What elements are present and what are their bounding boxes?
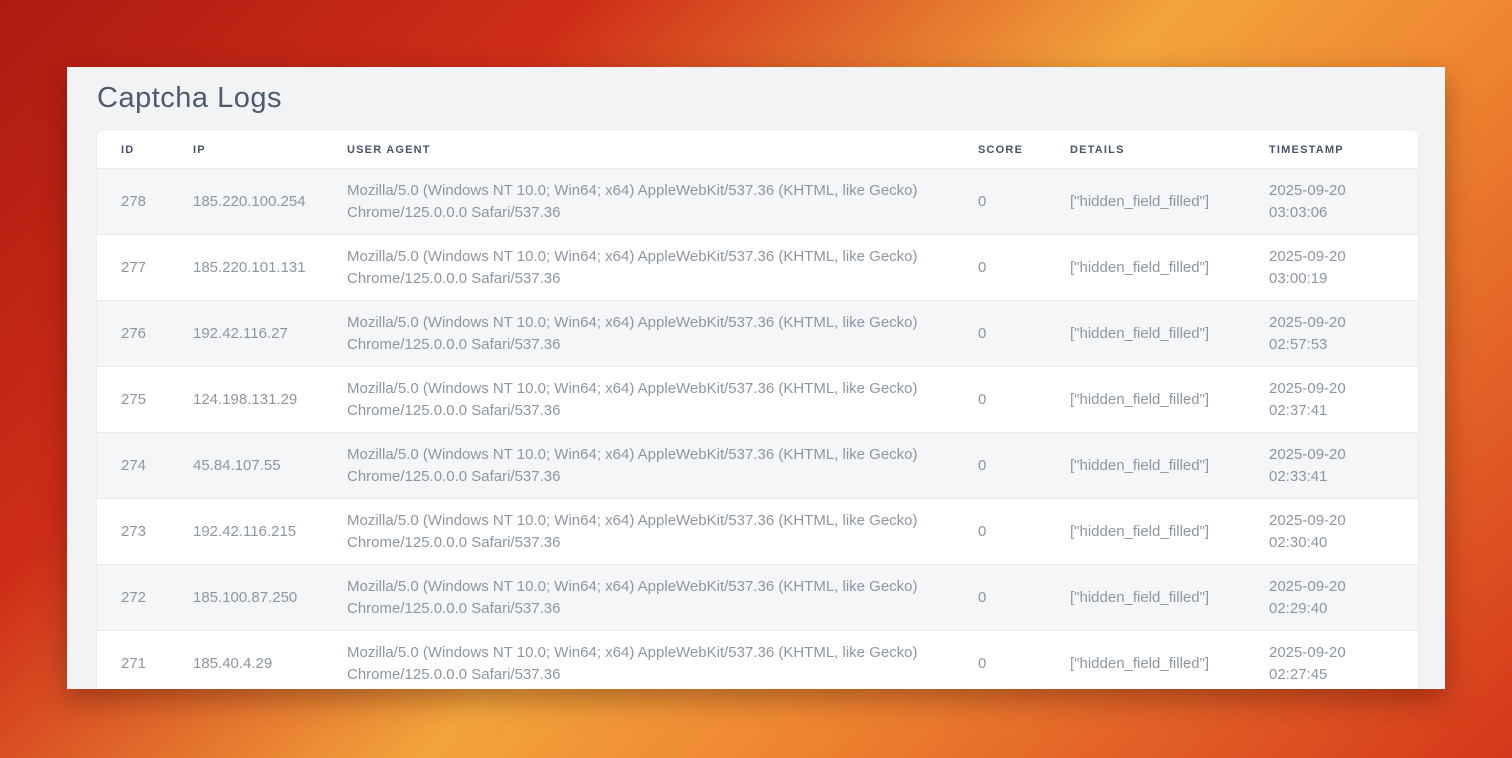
cell-ip: 124.198.131.29	[169, 367, 323, 433]
cell-id: 278	[97, 169, 169, 235]
table-row: 276 192.42.116.27 Mozilla/5.0 (Windows N…	[97, 301, 1418, 367]
cell-user-agent: Mozilla/5.0 (Windows NT 10.0; Win64; x64…	[323, 565, 954, 631]
cell-ip: 192.42.116.27	[169, 301, 323, 367]
captcha-logs-card: Captcha Logs ID IP USER AGENT SCORE DETA…	[67, 67, 1445, 689]
cell-timestamp: 2025-09-20 02:33:41	[1245, 433, 1418, 499]
table-header: ID IP USER AGENT SCORE DETAILS TIMESTAMP	[97, 131, 1418, 169]
cell-id: 275	[97, 367, 169, 433]
cell-timestamp: 2025-09-20 02:57:53	[1245, 301, 1418, 367]
cell-ip: 45.84.107.55	[169, 433, 323, 499]
column-header-ip: IP	[169, 131, 323, 169]
page-title: Captcha Logs	[97, 81, 1415, 115]
table-header-row: ID IP USER AGENT SCORE DETAILS TIMESTAMP	[97, 131, 1418, 169]
cell-id: 273	[97, 499, 169, 565]
column-header-score: SCORE	[954, 131, 1046, 169]
column-header-details: DETAILS	[1046, 131, 1245, 169]
cell-timestamp: 2025-09-20 02:37:41	[1245, 367, 1418, 433]
cell-details: ["hidden_field_filled"]	[1046, 169, 1245, 235]
cell-id: 271	[97, 631, 169, 690]
cell-user-agent: Mozilla/5.0 (Windows NT 10.0; Win64; x64…	[323, 433, 954, 499]
table-row: 278 185.220.100.254 Mozilla/5.0 (Windows…	[97, 169, 1418, 235]
table-row: 273 192.42.116.215 Mozilla/5.0 (Windows …	[97, 499, 1418, 565]
logs-table-container: ID IP USER AGENT SCORE DETAILS TIMESTAMP…	[97, 131, 1418, 689]
cell-score: 0	[954, 499, 1046, 565]
cell-user-agent: Mozilla/5.0 (Windows NT 10.0; Win64; x64…	[323, 631, 954, 690]
cell-timestamp: 2025-09-20 02:27:45	[1245, 631, 1418, 690]
cell-id: 274	[97, 433, 169, 499]
cell-user-agent: Mozilla/5.0 (Windows NT 10.0; Win64; x64…	[323, 169, 954, 235]
captcha-logs-table: ID IP USER AGENT SCORE DETAILS TIMESTAMP…	[97, 131, 1418, 689]
cell-score: 0	[954, 235, 1046, 301]
cell-details: ["hidden_field_filled"]	[1046, 301, 1245, 367]
cell-details: ["hidden_field_filled"]	[1046, 499, 1245, 565]
column-header-id: ID	[97, 131, 169, 169]
cell-details: ["hidden_field_filled"]	[1046, 631, 1245, 690]
cell-ip: 185.100.87.250	[169, 565, 323, 631]
cell-details: ["hidden_field_filled"]	[1046, 235, 1245, 301]
cell-details: ["hidden_field_filled"]	[1046, 565, 1245, 631]
cell-score: 0	[954, 169, 1046, 235]
cell-timestamp: 2025-09-20 03:03:06	[1245, 169, 1418, 235]
cell-details: ["hidden_field_filled"]	[1046, 433, 1245, 499]
table-row: 277 185.220.101.131 Mozilla/5.0 (Windows…	[97, 235, 1418, 301]
cell-user-agent: Mozilla/5.0 (Windows NT 10.0; Win64; x64…	[323, 367, 954, 433]
table-row: 274 45.84.107.55 Mozilla/5.0 (Windows NT…	[97, 433, 1418, 499]
cell-timestamp: 2025-09-20 02:30:40	[1245, 499, 1418, 565]
cell-score: 0	[954, 631, 1046, 690]
column-header-user-agent: USER AGENT	[323, 131, 954, 169]
cell-id: 277	[97, 235, 169, 301]
cell-id: 272	[97, 565, 169, 631]
column-header-timestamp: TIMESTAMP	[1245, 131, 1418, 169]
cell-ip: 185.220.100.254	[169, 169, 323, 235]
cell-score: 0	[954, 565, 1046, 631]
cell-timestamp: 2025-09-20 02:29:40	[1245, 565, 1418, 631]
cell-score: 0	[954, 433, 1046, 499]
table-row: 272 185.100.87.250 Mozilla/5.0 (Windows …	[97, 565, 1418, 631]
cell-id: 276	[97, 301, 169, 367]
cell-ip: 185.40.4.29	[169, 631, 323, 690]
cell-timestamp: 2025-09-20 03:00:19	[1245, 235, 1418, 301]
cell-score: 0	[954, 301, 1046, 367]
cell-user-agent: Mozilla/5.0 (Windows NT 10.0; Win64; x64…	[323, 301, 954, 367]
cell-details: ["hidden_field_filled"]	[1046, 367, 1245, 433]
cell-ip: 185.220.101.131	[169, 235, 323, 301]
table-body: 278 185.220.100.254 Mozilla/5.0 (Windows…	[97, 169, 1418, 690]
cell-user-agent: Mozilla/5.0 (Windows NT 10.0; Win64; x64…	[323, 499, 954, 565]
table-row: 275 124.198.131.29 Mozilla/5.0 (Windows …	[97, 367, 1418, 433]
cell-score: 0	[954, 367, 1046, 433]
cell-ip: 192.42.116.215	[169, 499, 323, 565]
cell-user-agent: Mozilla/5.0 (Windows NT 10.0; Win64; x64…	[323, 235, 954, 301]
table-row: 271 185.40.4.29 Mozilla/5.0 (Windows NT …	[97, 631, 1418, 690]
